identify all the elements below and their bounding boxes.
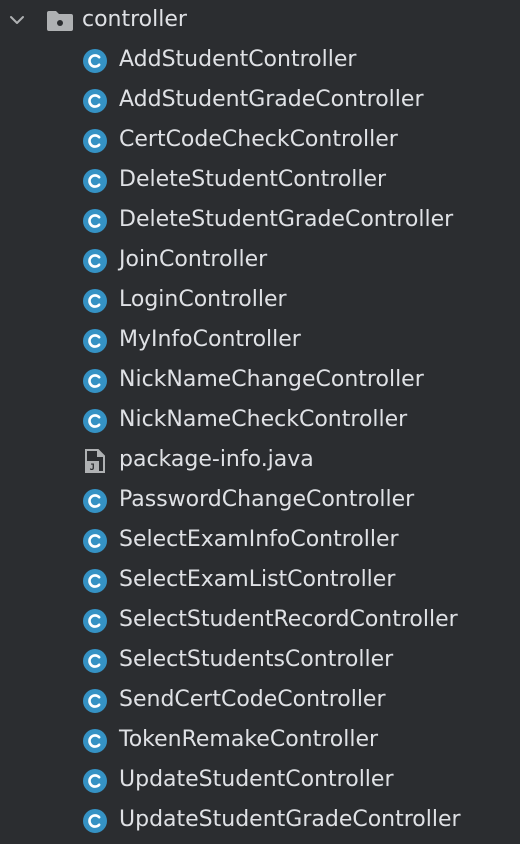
tree-item-label: AddStudentController [119,47,357,72]
tree-item[interactable]: AddStudentGradeController [0,80,520,120]
tree-folder-controller[interactable]: controller [0,0,520,40]
tree-item-label: DeleteStudentGradeController [119,207,454,232]
java-file-icon: J [85,449,105,473]
class-icon [83,609,107,633]
tree-item-label: NickNameCheckController [119,407,408,432]
project-tree: controller AddStudentController AddStuden… [0,0,520,844]
tree-item[interactable]: UpdateStudentController [0,760,520,800]
tree-item-label: JoinController [119,247,268,272]
class-icon [83,769,107,793]
tree-item[interactable]: DeleteStudentController [0,160,520,200]
package-folder-icon [47,11,73,31]
tree-item-label: UpdateStudentController [119,767,394,792]
class-icon [83,209,107,233]
tree-item[interactable]: NickNameCheckController [0,400,520,440]
class-icon [83,409,107,433]
class-icon [83,569,107,593]
tree-item-label: TokenRemakeController [119,727,379,752]
tree-item[interactable]: SendCertCodeController [0,680,520,720]
class-icon [83,249,107,273]
tree-item[interactable]: NickNameChangeController [0,360,520,400]
tree-item[interactable]: DeleteStudentGradeController [0,200,520,240]
tree-item[interactable]: LoginController [0,280,520,320]
tree-item-label: package-info.java [119,447,314,472]
class-icon [83,489,107,513]
tree-item-label: SelectExamInfoController [119,527,399,552]
tree-item-label: LoginController [119,287,287,312]
tree-item-label: SelectStudentsController [119,647,394,672]
tree-item[interactable]: MyInfoController [0,320,520,360]
tree-item[interactable]: SelectStudentRecordController [0,600,520,640]
class-icon [83,689,107,713]
tree-item-label: CertCodeCheckController [119,127,398,152]
tree-item[interactable]: SelectExamListController [0,560,520,600]
class-icon [83,529,107,553]
tree-item[interactable]: SelectStudentsController [0,640,520,680]
tree-item[interactable]: PasswordChangeController [0,480,520,520]
tree-item[interactable]: CertCodeCheckController [0,120,520,160]
tree-item-label: NickNameChangeController [119,367,424,392]
tree-item[interactable]: TokenRemakeController [0,720,520,760]
class-icon [83,49,107,73]
svg-text:J: J [90,463,95,473]
class-icon [83,129,107,153]
class-icon [83,169,107,193]
tree-item-label: UpdateStudentGradeController [119,807,461,832]
tree-item-label: SelectExamListController [119,567,396,592]
class-icon [83,329,107,353]
tree-item-label: SelectStudentRecordController [119,607,458,632]
tree-item[interactable]: AddStudentController [0,40,520,80]
tree-item[interactable]: SelectExamInfoController [0,520,520,560]
tree-item-label: MyInfoController [119,327,301,352]
tree-item[interactable]: JoinController [0,240,520,280]
tree-item-label: SendCertCodeController [119,687,386,712]
folder-label: controller [82,7,187,32]
tree-item-label: PasswordChangeController [119,487,415,512]
tree-item[interactable]: UpdateStudentGradeController [0,800,520,840]
chevron-down-icon[interactable] [8,12,26,28]
class-icon [83,369,107,393]
class-icon [83,649,107,673]
class-icon [83,289,107,313]
class-icon [83,809,107,833]
tree-item-label: DeleteStudentController [119,167,387,192]
class-icon [83,89,107,113]
class-icon [83,729,107,753]
tree-item-label: AddStudentGradeController [119,87,424,112]
tree-item[interactable]: Jpackage-info.java [0,440,520,480]
